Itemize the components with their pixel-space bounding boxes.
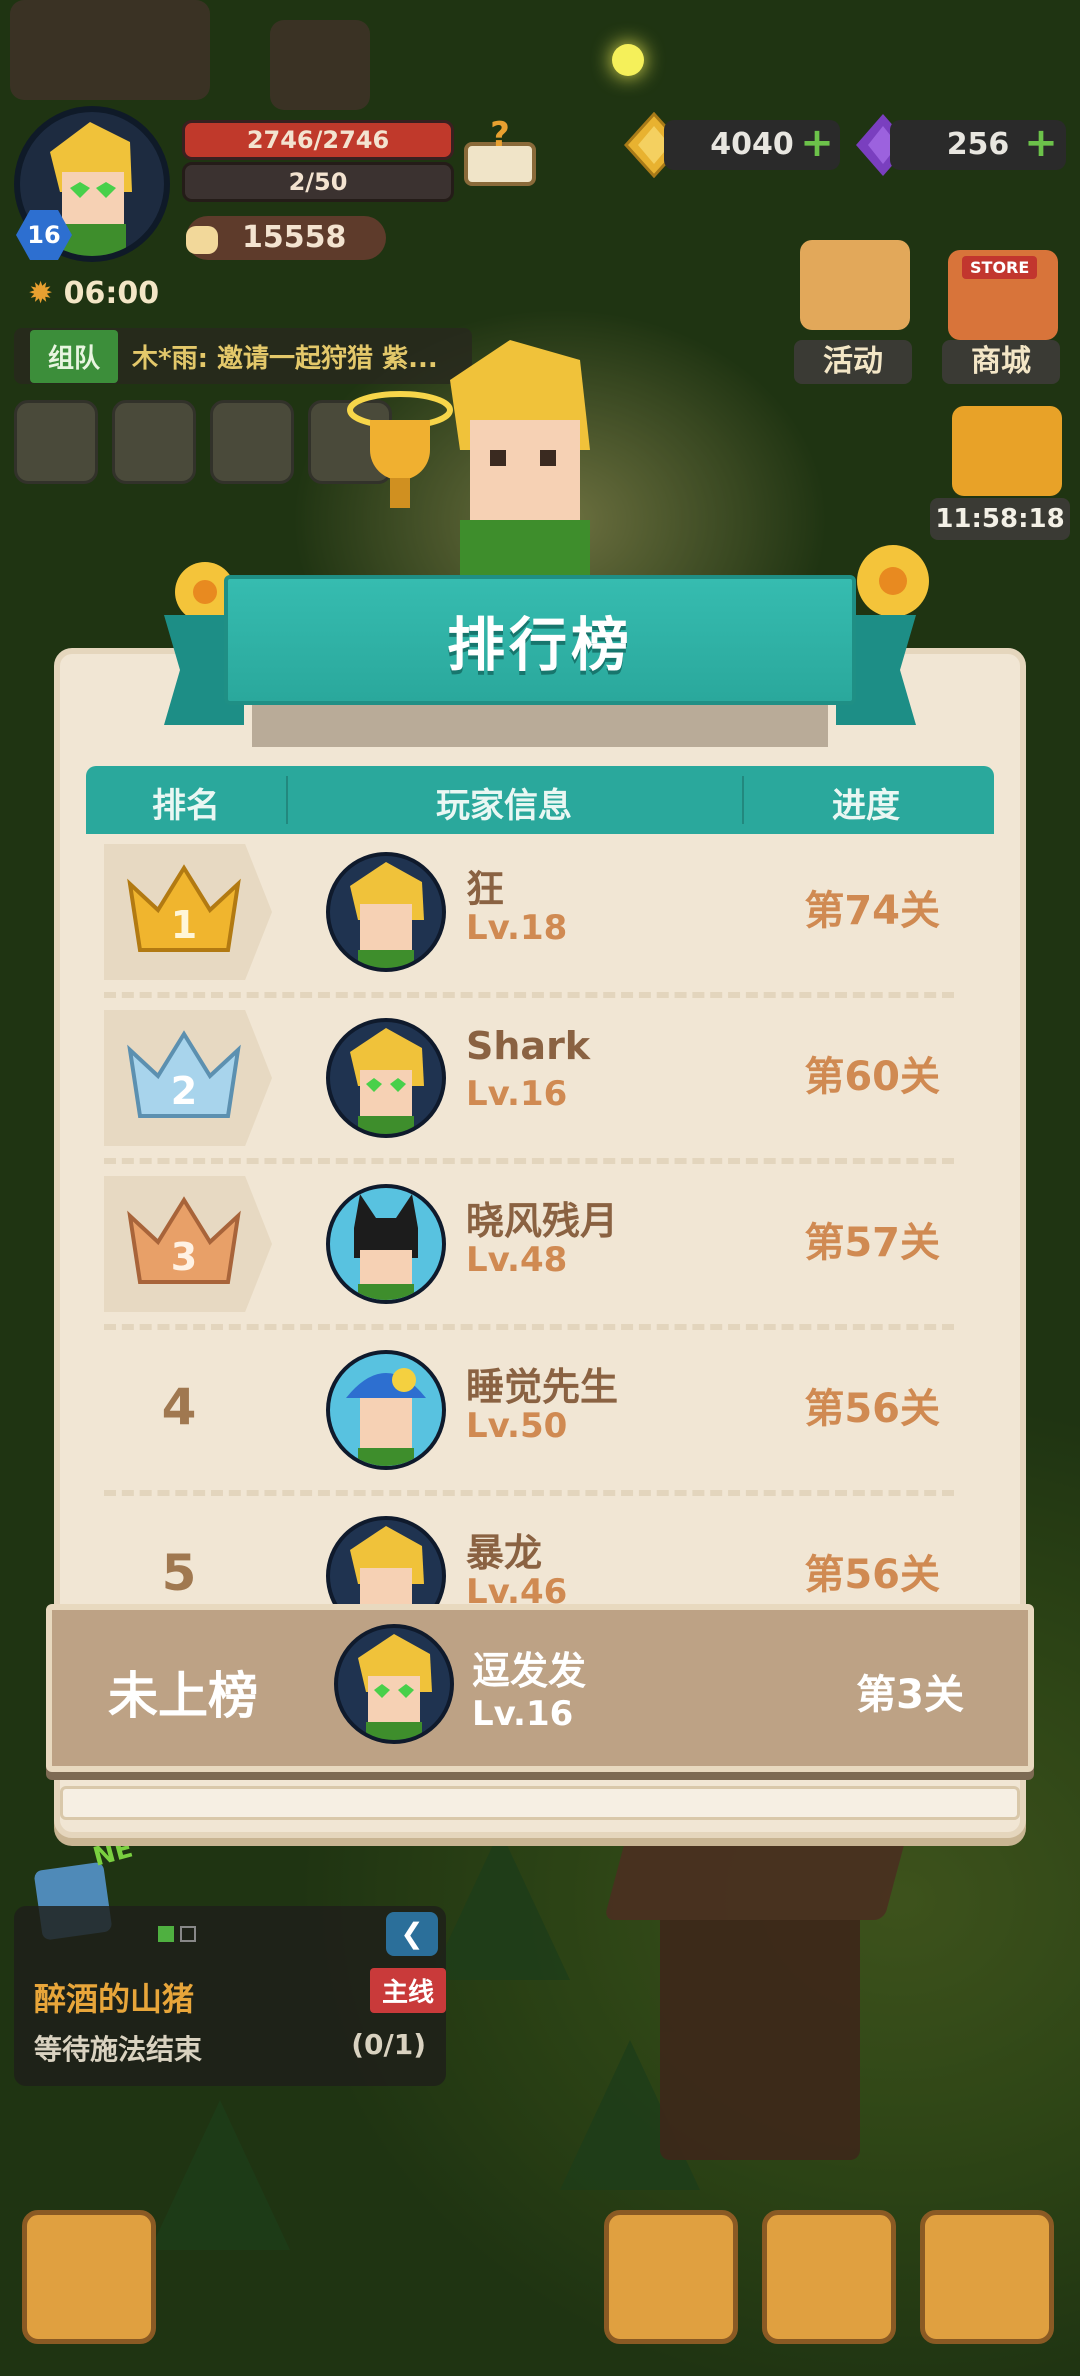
rank-number: 5 <box>161 1544 197 1602</box>
leaderboard-header: 排名 玩家信息 进度 <box>86 766 994 834</box>
quest-title: 醉酒的山猪 <box>34 1980 195 2018</box>
bronze-crown-icon: 3 <box>127 1196 241 1284</box>
row-divider <box>104 992 954 998</box>
col-rank: 排名 <box>152 786 220 826</box>
activity-chest-icon[interactable] <box>800 240 910 330</box>
panel-footer <box>60 1786 1020 1820</box>
page-dot-active <box>158 1926 174 1942</box>
collapse-quest-button[interactable]: ❮ <box>386 1912 438 1956</box>
light-orb <box>612 44 644 76</box>
store-sign: STORE <box>962 256 1038 279</box>
player-progress: 第56关 <box>804 1386 940 1432</box>
player-avatar[interactable] <box>326 1350 446 1470</box>
help-book-icon[interactable]: ? <box>460 116 540 190</box>
row-divider <box>104 1158 954 1164</box>
my-rank-status: 未上榜 <box>108 1667 258 1725</box>
leaderboard-row[interactable]: 1 狂 Lv.18 第74关 <box>86 834 994 984</box>
player-level: Lv.48 <box>466 1240 568 1280</box>
quest-page-dots <box>158 1926 202 1946</box>
col-progress: 进度 <box>832 786 900 826</box>
fullscreen-button[interactable] <box>14 400 98 484</box>
leaderboard-row[interactable]: 2 Shark Lv.16 第60关 <box>86 1000 994 1150</box>
avatar-icon <box>354 1194 418 1300</box>
leaderboard-title-ribbon: 排行榜 <box>164 575 916 750</box>
avatar-icon <box>358 1634 432 1740</box>
backpack-button[interactable] <box>920 2210 1054 2344</box>
leaderboard-list[interactable]: 1 狂 Lv.18 第74关 2 Shark Lv.16 第60关 3 晓风残月… <box>0 834 1080 1614</box>
player-progress: 第57关 <box>804 1220 940 1266</box>
mail-button[interactable] <box>112 400 196 484</box>
store-icon[interactable]: STORE <box>948 250 1058 340</box>
leaderboard-title: 排行榜 <box>224 575 856 705</box>
quest-count: (0/1) <box>351 2028 426 2061</box>
avatar-icon <box>350 862 424 968</box>
my-avatar[interactable] <box>334 1624 454 1744</box>
player-name: 晓风残月 <box>466 1199 619 1243</box>
friends-button[interactable] <box>210 400 294 484</box>
hp-bar: 2746/2746 <box>182 120 454 160</box>
avatar-icon <box>350 1028 424 1134</box>
col-separator <box>286 776 288 824</box>
craft-hammer-button[interactable] <box>22 2210 156 2344</box>
add-gold-button[interactable]: + <box>800 123 834 163</box>
leaderboard-row[interactable]: 4 睡觉先生 Lv.50 第56关 <box>86 1332 994 1482</box>
energy-bar: 2/50 <box>182 162 454 202</box>
row-divider <box>104 1324 954 1330</box>
player-name: 狂 <box>466 867 505 911</box>
leaderboard-row[interactable]: 5 暴龙 Lv.46 第56关 <box>86 1498 994 1614</box>
fist-icon <box>186 226 218 254</box>
gift-box-icon[interactable] <box>952 406 1062 496</box>
character-button[interactable] <box>604 2210 738 2344</box>
avatar-icon <box>350 1526 424 1614</box>
player-level: Lv.18 <box>466 908 568 948</box>
player-name: Shark <box>466 1024 591 1068</box>
sun-icon: ✹ <box>28 276 54 311</box>
player-level: Lv.50 <box>466 1406 568 1446</box>
gift-timer: 11:58:18 <box>930 498 1070 540</box>
quest-panel[interactable]: ❮ 醉酒的山猪 主线 等待施法结束 (0/1) <box>14 1906 446 2086</box>
event-timer: ✹ 06:00 <box>28 276 159 311</box>
rank-number: 2 <box>171 1069 197 1113</box>
rank-number: 3 <box>171 1235 197 1279</box>
page-dot <box>180 1926 196 1942</box>
row-divider <box>104 1490 954 1496</box>
my-name: 逗发发 <box>472 1649 587 1693</box>
rank-number: 1 <box>171 903 197 947</box>
player-avatar[interactable] <box>326 852 446 972</box>
silver-crown-icon: 2 <box>127 1030 241 1118</box>
quest-type-tag: 主线 <box>370 1968 446 2013</box>
player-avatar[interactable] <box>326 1018 446 1138</box>
player-name: 睡觉先生 <box>466 1365 619 1409</box>
my-progress: 第3关 <box>856 1672 964 1718</box>
player-name: 暴龙 <box>466 1531 543 1575</box>
svg-text:?: ? <box>490 116 510 155</box>
event-timer-text: 06:00 <box>63 276 160 311</box>
new-badge-text: NEW <box>90 1836 134 1873</box>
player-level: Lv.16 <box>466 1074 568 1114</box>
rank-number: 4 <box>161 1378 197 1436</box>
gold-crown-icon: 1 <box>127 864 241 952</box>
add-gem-button[interactable]: + <box>1024 123 1058 163</box>
player-progress: 第56关 <box>804 1552 940 1598</box>
player-avatar[interactable] <box>326 1516 446 1614</box>
quest-description: 等待施法结束 <box>34 2033 203 2066</box>
my-level: Lv.16 <box>472 1694 574 1734</box>
team-tag: 组队 <box>30 329 119 383</box>
pets-button[interactable] <box>762 2210 896 2344</box>
ribbon-shadow <box>252 705 828 747</box>
leaderboard-row[interactable]: 3 晓风残月 Lv.48 第57关 <box>86 1166 994 1316</box>
activity-button[interactable]: 活动 <box>794 340 912 384</box>
my-rank-row: 未上榜 逗发发 Lv.16 第3关 <box>46 1604 1034 1772</box>
col-separator <box>742 776 744 824</box>
player-progress: 第60关 <box>804 1054 940 1100</box>
avatar-icon <box>346 1368 426 1466</box>
player-avatar[interactable] <box>326 1184 446 1304</box>
col-player: 玩家信息 <box>436 786 572 826</box>
hero-trophy-illustration <box>347 340 590 600</box>
player-progress: 第74关 <box>804 888 940 934</box>
store-button[interactable]: 商城 <box>942 340 1060 384</box>
